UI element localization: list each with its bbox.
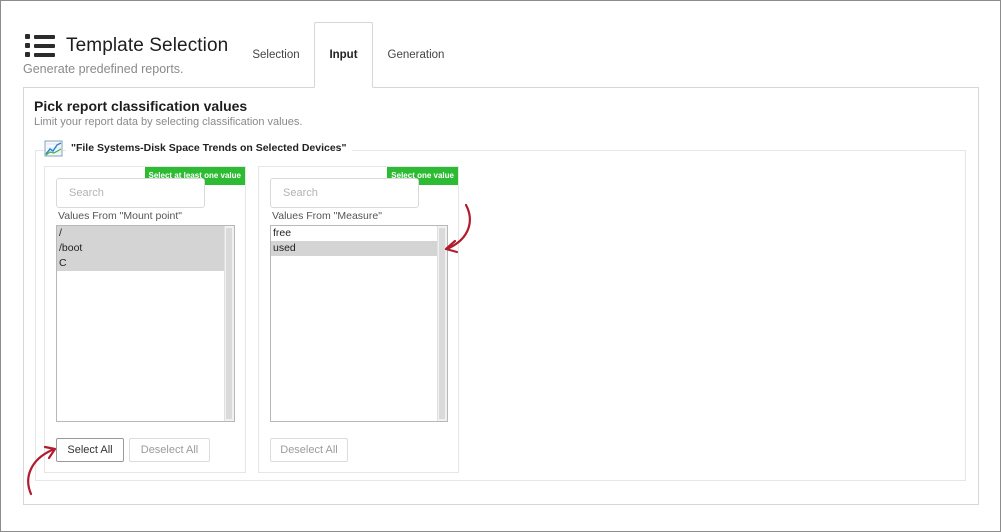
deselect-all-button[interactable]: Deselect All bbox=[129, 438, 210, 462]
filter-card-measure: Select one value Values From "Measure" f… bbox=[258, 166, 459, 473]
tab-input[interactable]: Input bbox=[314, 22, 373, 88]
report-title: "File Systems-Disk Space Trends on Selec… bbox=[66, 142, 352, 154]
values-label: Values From "Measure" bbox=[272, 210, 382, 222]
page-subtitle: Generate predefined reports. bbox=[23, 62, 184, 76]
scrollbar[interactable] bbox=[437, 226, 447, 421]
line-chart-icon bbox=[44, 140, 63, 157]
values-label: Values From "Mount point" bbox=[58, 210, 182, 222]
list-item[interactable]: free bbox=[271, 226, 439, 241]
deselect-all-button[interactable]: Deselect All bbox=[270, 438, 348, 462]
scroll-thumb[interactable] bbox=[226, 228, 232, 419]
list-menu-icon bbox=[25, 33, 55, 57]
search-input[interactable] bbox=[270, 178, 419, 208]
section-title: Pick report classification values bbox=[34, 98, 248, 114]
tab-generation[interactable]: Generation bbox=[373, 22, 459, 88]
scrollbar[interactable] bbox=[224, 226, 234, 421]
list-item[interactable]: C bbox=[57, 256, 225, 271]
mount-point-listbox[interactable]: / /boot C bbox=[56, 225, 235, 422]
list-item[interactable]: / bbox=[57, 226, 225, 241]
filter-card-mount-point: Select at least one value Values From "M… bbox=[44, 166, 246, 473]
select-all-button[interactable]: Select All bbox=[56, 438, 124, 462]
measure-listbox[interactable]: free used bbox=[270, 225, 448, 422]
scroll-thumb[interactable] bbox=[439, 228, 445, 419]
tab-selection[interactable]: Selection bbox=[238, 22, 314, 88]
page-title: Template Selection bbox=[66, 35, 229, 56]
list-item[interactable]: used bbox=[271, 241, 439, 256]
list-item[interactable]: /boot bbox=[57, 241, 225, 256]
section-subtitle: Limit your report data by selecting clas… bbox=[34, 116, 303, 128]
search-input[interactable] bbox=[56, 178, 205, 208]
